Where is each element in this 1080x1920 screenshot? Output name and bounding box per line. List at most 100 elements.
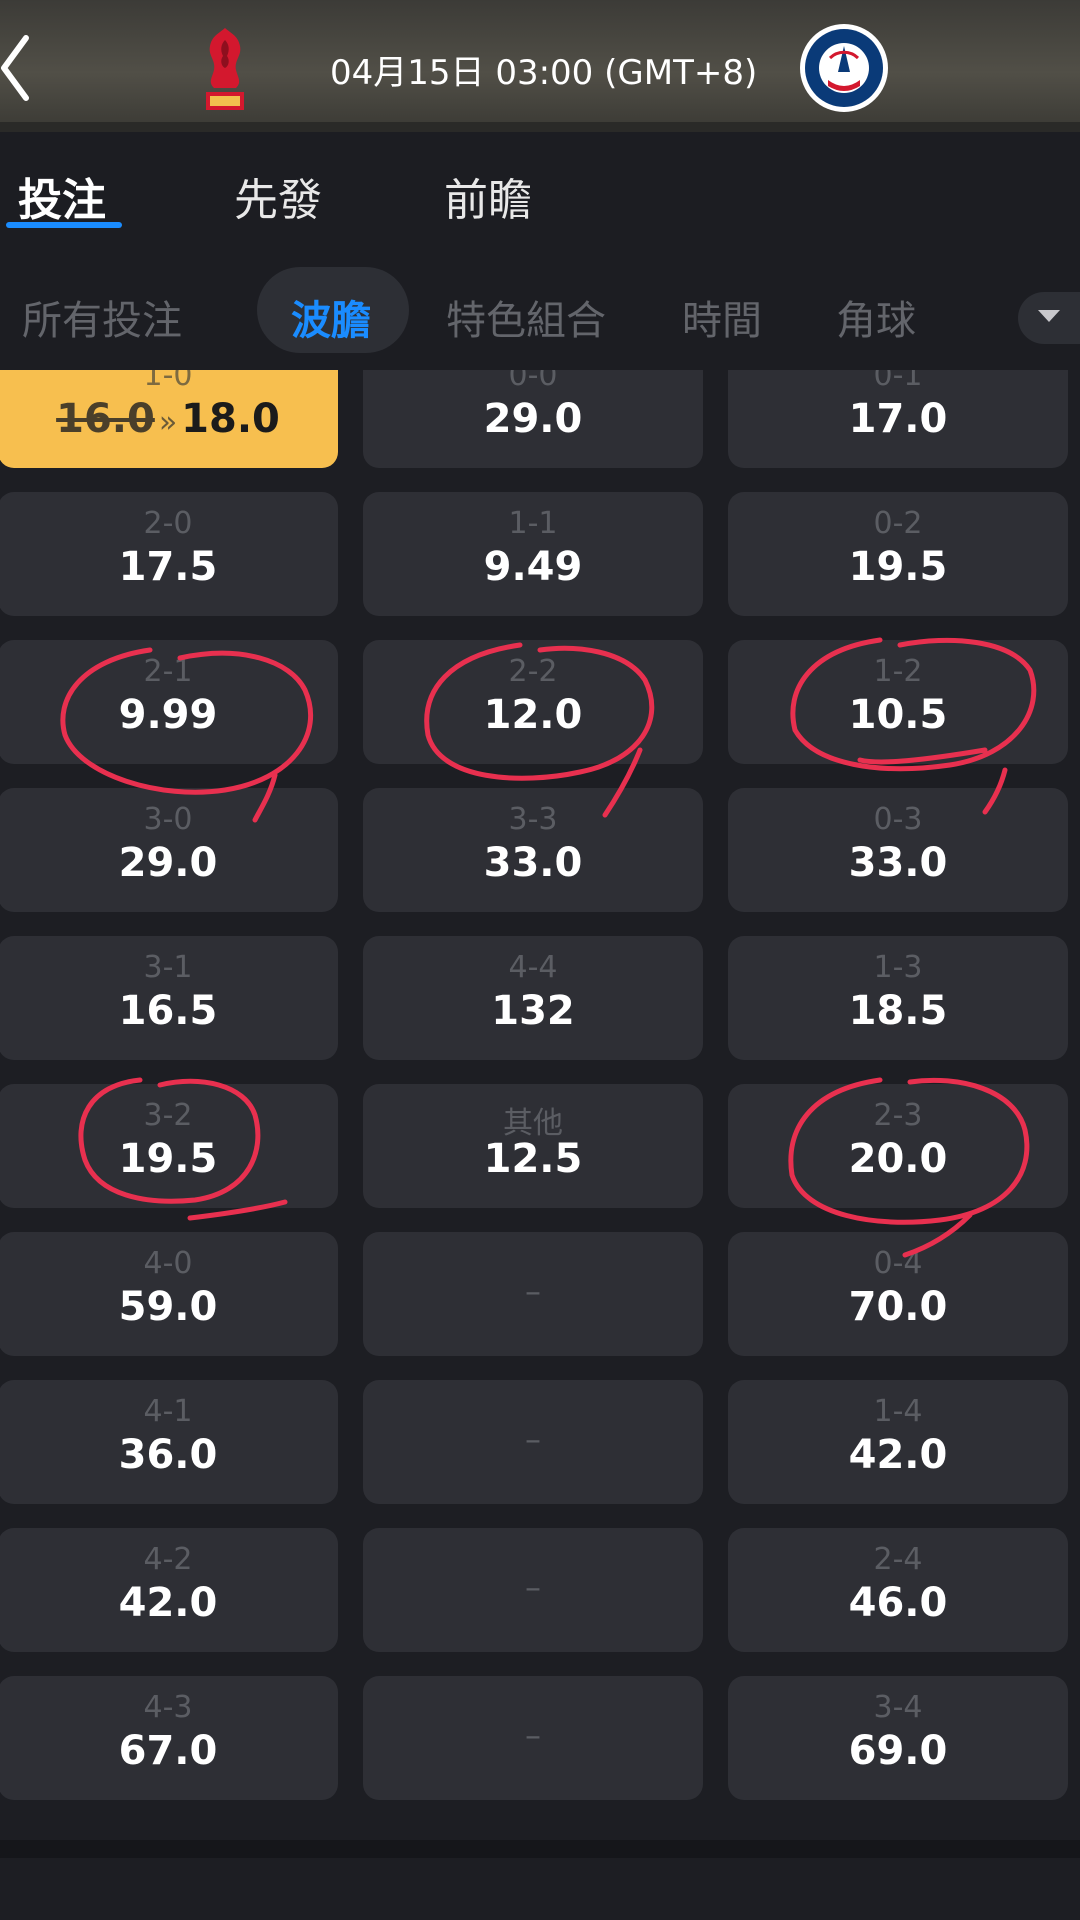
odds-value: 17.0	[848, 396, 948, 442]
odds-value: 42.0	[118, 1580, 218, 1626]
new-odds: 18.0	[181, 396, 280, 442]
score-label: 3-0	[143, 802, 193, 837]
score-label: 2-4	[873, 1542, 923, 1577]
odds-cell-empty: –	[363, 1232, 703, 1356]
odds-value: 33.0	[848, 840, 948, 886]
odds-cell[interactable]: 2-1 9.99	[0, 640, 338, 764]
odds-value: 16.5	[118, 988, 218, 1034]
odds-value: 18.5	[848, 988, 948, 1034]
odds-cell[interactable]: 3-0 29.0	[0, 788, 338, 912]
score-label: 4-0	[143, 1246, 193, 1281]
odds-cell[interactable]: 0-4 70.0	[728, 1232, 1068, 1356]
odds-cell[interactable]: 4-2 42.0	[0, 1528, 338, 1652]
odds-value: 20.0	[848, 1136, 948, 1182]
odds-cell-highlighted[interactable]: 1-0 16.0» 18.0	[0, 370, 338, 468]
odds-value: 9.99	[118, 692, 218, 738]
tab-preview[interactable]: 前瞻	[444, 164, 532, 228]
subtab-corners[interactable]: 角球	[836, 288, 916, 346]
odds-cell[interactable]: 其他 12.5	[363, 1084, 703, 1208]
odds-value: 67.0	[118, 1728, 218, 1774]
odds-value: 12.5	[483, 1136, 583, 1182]
score-label: 0-0	[508, 370, 558, 393]
subtab-all-bets[interactable]: 所有投注	[22, 288, 182, 346]
odds-cell[interactable]: 0-3 33.0	[728, 788, 1068, 912]
more-markets-button[interactable]	[1018, 292, 1080, 344]
odds-cell[interactable]: 1-2 10.5	[728, 640, 1068, 764]
main-tabs: 投注 先發 前瞻	[0, 132, 1080, 240]
empty-dash: –	[525, 1420, 541, 1458]
market-tabs: 所有投注 波膽 特色組合 時間 角球	[0, 240, 1080, 370]
odds-value: 29.0	[483, 396, 583, 442]
score-label: 2-0	[143, 506, 193, 541]
score-label: 0-3	[873, 802, 923, 837]
tab-betting[interactable]: 投注	[18, 164, 106, 228]
odds-value: 36.0	[118, 1432, 218, 1478]
score-label: 3-2	[143, 1098, 193, 1133]
correct-score-grid: 1-0 16.0» 18.0 0-0 29.0 0-1 17.0 2-0 17.5 1…	[0, 370, 1080, 1840]
odds-cell[interactable]: 1-1 9.49	[363, 492, 703, 616]
chevron-left-icon[interactable]	[0, 28, 40, 108]
odds-cell[interactable]: 0-1 17.0	[728, 370, 1068, 468]
score-label: 3-3	[508, 802, 558, 837]
odds-cell[interactable]: 0-2 19.5	[728, 492, 1068, 616]
odds-cell[interactable]: 3-1 16.5	[0, 936, 338, 1060]
score-label: 2-1	[143, 654, 193, 689]
match-header: 04月15日 03:00 (GMT+8)	[0, 0, 1080, 132]
odds-cell[interactable]: 3-3 33.0	[363, 788, 703, 912]
odds-cell[interactable]: 0-0 29.0	[363, 370, 703, 468]
odds-cell[interactable]: 4-3 67.0	[0, 1676, 338, 1800]
score-label: 1-4	[873, 1394, 923, 1429]
score-label: 0-1	[873, 370, 923, 393]
score-label: 0-2	[873, 506, 923, 541]
odds-cell[interactable]: 2-4 46.0	[728, 1528, 1068, 1652]
odds-value: 59.0	[118, 1284, 218, 1330]
subtab-time[interactable]: 時間	[682, 288, 762, 346]
tab-lineup[interactable]: 先發	[234, 164, 322, 228]
psg-crest	[800, 24, 888, 112]
odds-value: 16.0» 18.0	[0, 396, 338, 442]
score-label: 4-4	[508, 950, 558, 985]
empty-dash: –	[525, 1716, 541, 1754]
odds-cell[interactable]: 3-4 69.0	[728, 1676, 1068, 1800]
odds-value: 33.0	[483, 840, 583, 886]
odds-cell-empty: –	[363, 1528, 703, 1652]
score-label: 1-3	[873, 950, 923, 985]
score-label: 2-2	[508, 654, 558, 689]
bottom-bar	[0, 1840, 1080, 1920]
arrow-icon: »	[158, 405, 178, 440]
odds-cell[interactable]: 4-0 59.0	[0, 1232, 338, 1356]
triangle-down-icon	[1038, 310, 1060, 322]
subtab-specials[interactable]: 特色組合	[446, 288, 606, 346]
score-label: 4-1	[143, 1394, 193, 1429]
odds-cell[interactable]: 2-3 20.0	[728, 1084, 1068, 1208]
odds-cell[interactable]: 1-4 42.0	[728, 1380, 1068, 1504]
odds-cell-empty: –	[363, 1676, 703, 1800]
match-time: 04月15日 03:00 (GMT+8)	[330, 53, 758, 93]
score-label: 0-4	[873, 1246, 923, 1281]
odds-cell[interactable]: 4-1 36.0	[0, 1380, 338, 1504]
score-label: 1-1	[508, 506, 558, 541]
odds-value: 19.5	[118, 1136, 218, 1182]
divider	[0, 1840, 1080, 1858]
odds-value: 132	[491, 988, 575, 1034]
odds-value: 17.5	[118, 544, 218, 590]
score-label: 3-1	[143, 950, 193, 985]
score-label: 4-3	[143, 1690, 193, 1725]
score-label: 3-4	[873, 1690, 923, 1725]
odds-value: 9.49	[483, 544, 583, 590]
odds-value: 19.5	[848, 544, 948, 590]
liverpool-crest	[206, 28, 244, 110]
odds-value: 46.0	[848, 1580, 948, 1626]
odds-value: 70.0	[848, 1284, 948, 1330]
odds-cell[interactable]: 2-2 12.0	[363, 640, 703, 764]
odds-value: 10.5	[848, 692, 948, 738]
active-tab-indicator	[6, 222, 122, 228]
score-label: 4-2	[143, 1542, 193, 1577]
subtab-correct-score[interactable]: 波膽	[291, 288, 371, 346]
odds-cell[interactable]: 3-2 19.5	[0, 1084, 338, 1208]
odds-cell[interactable]: 1-3 18.5	[728, 936, 1068, 1060]
odds-cell[interactable]: 4-4 132	[363, 936, 703, 1060]
odds-cell[interactable]: 2-0 17.5	[0, 492, 338, 616]
odds-value: 12.0	[483, 692, 583, 738]
odds-value: 29.0	[118, 840, 218, 886]
